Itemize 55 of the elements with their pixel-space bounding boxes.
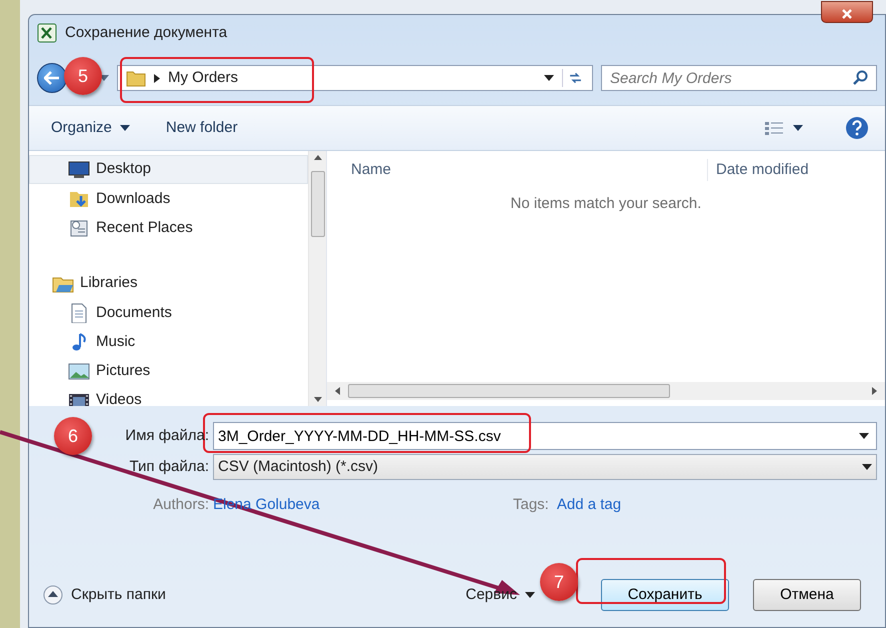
nav-item[interactable]: Videos (29, 386, 308, 406)
add-tag-link[interactable]: Add a tag (556, 494, 622, 516)
hide-folders-button[interactable]: Скрыть папки (37, 582, 172, 608)
folder-icon (126, 69, 146, 87)
back-button[interactable] (37, 63, 67, 93)
search-icon (853, 70, 869, 86)
file-type-dropdown[interactable]: CSV (Macintosh) (*.csv) (213, 454, 877, 480)
tools-menu[interactable]: Сервис (460, 582, 541, 608)
file-type-label: Тип файла: (130, 458, 209, 475)
scroll-thumb[interactable] (310, 170, 324, 236)
close-icon (841, 8, 853, 20)
scroll-up-icon[interactable] (314, 155, 322, 160)
dropdown-icon (862, 464, 872, 470)
file-name-field[interactable]: 3M_Order_YYYY-MM-DD_HH-MM-SS.csv (213, 422, 877, 450)
caret-icon (525, 592, 535, 598)
scroll-down-icon[interactable] (314, 397, 322, 402)
dropdown-icon[interactable] (544, 75, 554, 81)
picture-icon (68, 361, 90, 382)
monitor-icon (68, 160, 90, 180)
nav-item[interactable]: Libraries (29, 268, 308, 298)
empty-message: No items match your search. (510, 195, 702, 212)
window-title: Сохранение документа (65, 22, 228, 43)
vertical-scrollbar[interactable] (308, 151, 326, 406)
cancel-button[interactable]: Отмена (753, 579, 861, 611)
scroll-thumb[interactable] (348, 384, 670, 398)
column-header[interactable]: Name (327, 158, 707, 182)
nav-item[interactable]: Pictures (29, 356, 308, 386)
back-arrow-icon (44, 71, 60, 85)
scroll-left-icon[interactable] (335, 387, 340, 395)
path-text: My Orders (168, 68, 240, 88)
caret-icon (120, 125, 130, 131)
search-field[interactable]: Search My Orders (601, 65, 877, 91)
nav-item[interactable]: Desktop (29, 155, 308, 184)
organize-menu[interactable]: Organize (45, 114, 136, 142)
nav-item[interactable]: Documents (29, 298, 308, 328)
view-options-icon[interactable] (765, 121, 805, 135)
nav-item[interactable]: Downloads (29, 184, 308, 214)
tags-label: Tags: (513, 495, 549, 515)
horizontal-scrollbar[interactable] (327, 382, 885, 400)
save-button[interactable]: Сохранить (601, 579, 729, 611)
close-button[interactable] (821, 1, 873, 23)
nav-item[interactable]: Recent Places (29, 214, 308, 243)
nav-item[interactable]: Music (29, 327, 308, 357)
address-bar[interactable]: My Orders (117, 65, 593, 91)
recent-places-icon (68, 218, 90, 238)
chevron-icon (154, 74, 160, 82)
help-icon[interactable] (845, 116, 869, 140)
spreadsheet-icon (37, 23, 57, 43)
refresh-icon[interactable] (562, 69, 584, 87)
dropdown-icon[interactable] (859, 433, 869, 439)
authors-label: Authors: (153, 496, 209, 513)
column-header[interactable]: Date modified (707, 158, 809, 182)
new-folder-button[interactable]: New folder (160, 114, 244, 142)
scroll-right-icon[interactable] (872, 387, 877, 395)
collapse-icon (43, 585, 63, 605)
